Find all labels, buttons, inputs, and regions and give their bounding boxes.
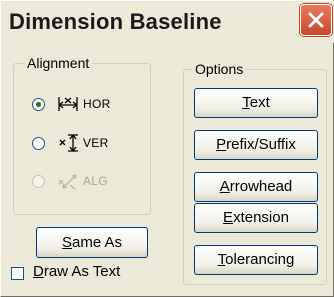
tolerancing-button[interactable]: Tolerancing	[194, 245, 318, 275]
close-button[interactable]	[300, 4, 332, 36]
radio-option-aligned[interactable]: ALG	[32, 169, 108, 193]
aligned-dimension-icon	[58, 174, 77, 190]
text-button[interactable]: Text	[194, 88, 318, 118]
option-label-ver: VER	[83, 136, 109, 150]
dimension-baseline-dialog: Dimension Baseline Alignment HOR VER ALG…	[0, 0, 334, 297]
arrowhead-button[interactable]: Arrowhead	[194, 172, 318, 202]
radio-option-horizontal[interactable]: HOR	[32, 92, 111, 116]
arrowhead-button-label: Arrowhead	[219, 178, 293, 195]
title-bar: Dimension Baseline	[1, 1, 334, 43]
radio-horizontal[interactable]	[32, 97, 45, 111]
close-icon	[308, 12, 324, 28]
draw-as-text-checkbox[interactable]	[11, 267, 24, 280]
extension-button[interactable]: Extension	[194, 203, 318, 233]
same-as-button[interactable]: Same As	[36, 227, 148, 258]
radio-aligned[interactable]	[32, 174, 45, 188]
tolerancing-button-label: Tolerancing	[217, 251, 295, 268]
window-title: Dimension Baseline	[9, 9, 222, 34]
prefix-suffix-button[interactable]: Prefix/Suffix	[194, 130, 318, 160]
horizontal-dimension-icon	[58, 97, 78, 111]
draw-as-text-label: Draw As Text	[33, 263, 121, 280]
option-label-alg: ALG	[83, 174, 108, 188]
extension-button-label: Extension	[223, 209, 289, 226]
alignment-group-label: Alignment	[24, 55, 93, 71]
prefix-suffix-button-label: Prefix/Suffix	[216, 136, 296, 153]
radio-option-vertical[interactable]: VER	[32, 131, 109, 155]
options-group-label: Options	[192, 61, 247, 77]
radio-vertical[interactable]	[32, 136, 45, 150]
option-label-hor: HOR	[83, 97, 111, 111]
vertical-dimension-icon	[59, 134, 78, 152]
text-button-label: Text	[242, 94, 270, 111]
alignment-group: Alignment HOR VER ALG	[13, 55, 151, 215]
same-as-button-label: Same As	[61, 234, 123, 251]
